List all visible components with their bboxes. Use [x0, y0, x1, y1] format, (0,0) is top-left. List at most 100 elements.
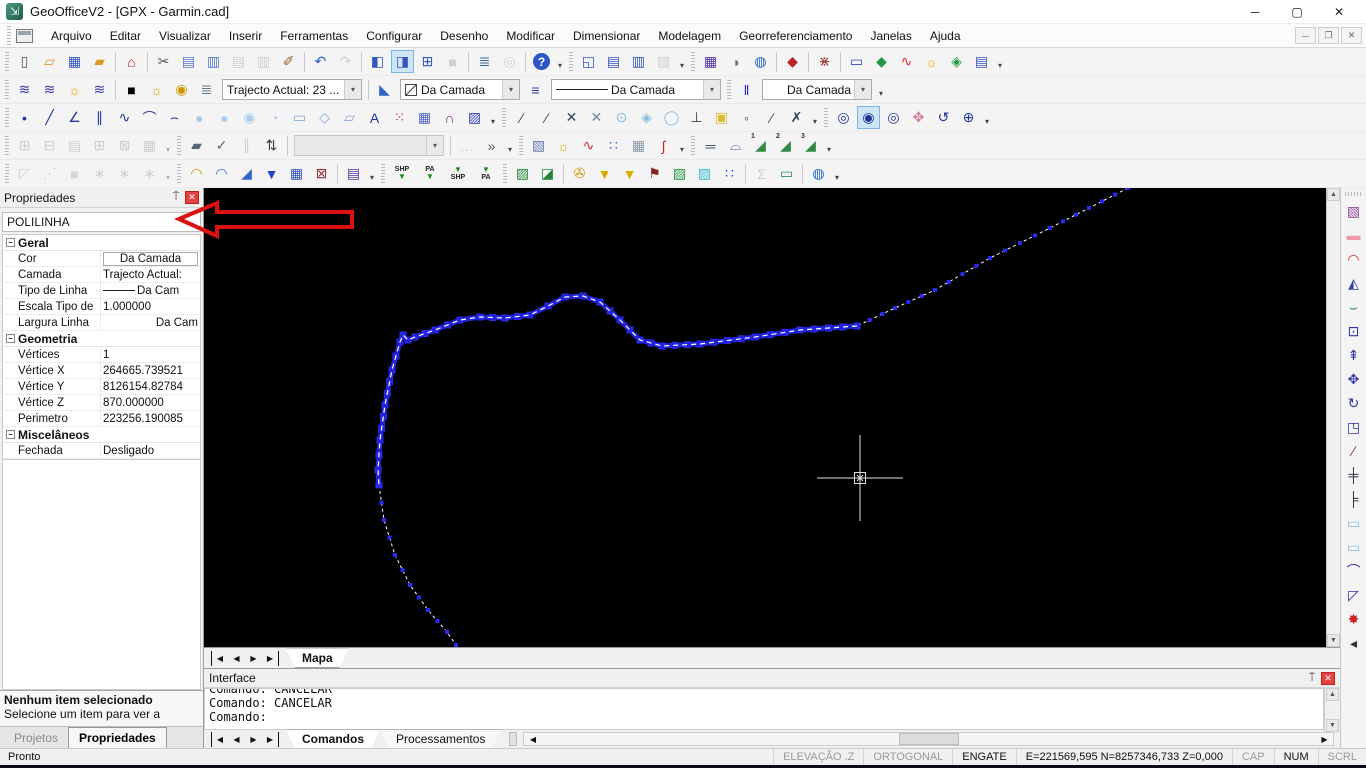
nav-next-icon[interactable]: ▶	[245, 732, 262, 747]
status-e-221569-595-n-8257346-733-z-0-000[interactable]: E=221569,595 N=8257346,733 Z=0,000	[1015, 749, 1232, 765]
clamp-icon[interactable]: ⌣	[1342, 295, 1366, 319]
mirror-icon[interactable]: ◭	[1342, 271, 1366, 295]
splitter-handle[interactable]	[509, 732, 518, 746]
tab-projetos[interactable]: Projetos	[4, 728, 68, 748]
property-row-fechada[interactable]: Fechada Desligado	[3, 443, 200, 459]
property-row-cor[interactable]: Cor Da Camada	[3, 251, 200, 267]
snap-none-icon[interactable]: ✗	[785, 106, 808, 129]
lock-icon[interactable]: ◉	[170, 78, 193, 101]
snap-node-icon[interactable]: ◦	[735, 106, 758, 129]
menu-visualizar[interactable]: Visualizar	[150, 26, 220, 46]
flag-icon[interactable]: ⚑	[643, 162, 666, 185]
list-view-icon[interactable]: ▤	[342, 162, 365, 185]
draw-circle-tan-icon[interactable]: ◔	[263, 106, 286, 129]
terrain-model-3-icon[interactable]: ◢ 3	[799, 133, 822, 157]
menu-dimensionar[interactable]: Dimensionar	[564, 26, 649, 46]
nav-prev-icon[interactable]: ◀	[228, 651, 245, 666]
tile-horizontal-icon[interactable]: ▤	[602, 50, 625, 73]
surfaces-icon[interactable]: ◈	[945, 50, 968, 73]
layers-icon[interactable]: ≋	[88, 78, 111, 101]
home-icon[interactable]: ⌂	[120, 50, 143, 73]
property-row-escala-tipo-de[interactable]: Escala Tipo de 1.000000	[3, 299, 200, 315]
snap-insert-icon[interactable]: ▣	[710, 106, 733, 129]
trim-icon[interactable]: ╪	[1342, 463, 1366, 487]
plot-icon[interactable]: ≣	[195, 78, 218, 101]
zoom-previous-icon[interactable]: ↺	[932, 106, 955, 129]
draw-rectangle-icon[interactable]: ▭	[288, 106, 311, 129]
menu-editar[interactable]: Editar	[101, 26, 150, 46]
viewport-icon[interactable]: ▭	[845, 50, 868, 73]
report-icon[interactable]: ▤	[970, 50, 993, 73]
toolbar-overflow-icon[interactable]: ▾	[554, 51, 566, 73]
chevron-down-icon[interactable]: ▾	[854, 80, 871, 99]
lineweight-combo[interactable]: Da Camada ▾	[762, 79, 872, 100]
pin-icon[interactable]: ⍑	[1305, 672, 1319, 685]
layer-new-icon[interactable]: ≋	[13, 78, 36, 101]
snap-endpoint-icon[interactable]: ∕	[510, 106, 533, 129]
point-light-icon[interactable]: ☼	[920, 50, 943, 73]
move-icon[interactable]: ✥	[1342, 367, 1366, 391]
copy-icon[interactable]: ▤	[177, 50, 200, 73]
property-row-perimetro[interactable]: Perimetro 223256.190085	[3, 411, 200, 427]
format-painter-icon[interactable]: ✐	[277, 50, 300, 73]
panel-close-icon[interactable]: ✕	[1321, 671, 1335, 685]
menu-configurar[interactable]: Configurar	[357, 26, 431, 46]
layer-bulb-icon[interactable]: ☼	[63, 78, 86, 101]
close-button[interactable]: ✕	[1318, 1, 1360, 23]
hatch-slash-icon[interactable]: ▨	[511, 162, 534, 185]
menu-ferramentas[interactable]: Ferramentas	[271, 26, 357, 46]
globe-meridian-icon[interactable]: ◑	[724, 50, 747, 73]
cut-icon[interactable]: ✂	[152, 50, 175, 73]
capsule-icon[interactable]: ▭	[775, 162, 798, 185]
toolbar-overflow-icon[interactable]: ▾	[875, 79, 887, 101]
status-engate[interactable]: ENGATE	[952, 749, 1015, 765]
lengthen-icon[interactable]: ∕	[1342, 439, 1366, 463]
draw-table-icon[interactable]: ▦	[413, 106, 436, 129]
collapse-icon[interactable]: −	[6, 238, 15, 247]
scroll-down-icon[interactable]: ▼	[1326, 719, 1339, 732]
status-scrl[interactable]: SCRL	[1317, 749, 1366, 765]
total-station-icon[interactable]: ◆	[781, 50, 804, 73]
draw-point-icon[interactable]: •	[13, 106, 36, 129]
nav-last-icon[interactable]: ▶	[262, 731, 279, 747]
paint-bucket-icon[interactable]: ◣	[373, 78, 396, 101]
traverse-icon[interactable]: ⋇	[813, 50, 836, 73]
zoom-scale-icon[interactable]: ◎	[882, 106, 905, 129]
menu-inserir[interactable]: Inserir	[220, 26, 271, 46]
property-row-tipo-de-linha[interactable]: Tipo de Linha Da Cam	[3, 283, 200, 299]
snap-midpoint-icon[interactable]: ∕	[535, 106, 558, 129]
dome-red-icon[interactable]: ◠	[1342, 247, 1366, 271]
table-delete-icon[interactable]: ⊠	[310, 162, 333, 185]
toolbar-overflow-icon[interactable]: ▾	[676, 51, 688, 73]
menu-arquivo[interactable]: Arquivo	[42, 26, 101, 46]
scale-icon[interactable]: ⇞	[1342, 343, 1366, 367]
draw-circle-3p-icon[interactable]: ◉	[238, 106, 261, 129]
globe-icon[interactable]: ◍	[749, 50, 772, 73]
save-file-icon[interactable]: ▦	[63, 50, 86, 73]
mdi-restore-button[interactable]: ❐	[1318, 27, 1339, 44]
filter-edit-icon[interactable]: ▼	[618, 162, 641, 185]
scale-combo[interactable]: ▾	[294, 135, 444, 156]
toolbar-overflow-icon[interactable]: ▾	[831, 163, 843, 185]
chevron-down-icon[interactable]: ▾	[703, 80, 720, 99]
nav-first-icon[interactable]: ◀	[211, 650, 228, 666]
page-setup-icon[interactable]: ▰	[185, 134, 208, 157]
property-group-miscel-neos[interactable]: − Miscelâneos	[3, 427, 200, 443]
terrain-model-1-icon[interactable]: ◢ 1	[749, 133, 772, 157]
hatch-cyan-icon[interactable]: ▨	[693, 162, 716, 185]
squiggle-icon[interactable]: ∫	[652, 134, 675, 157]
draw-circle-center-icon[interactable]: ●	[188, 106, 211, 129]
layer-manager-icon[interactable]: ≋	[38, 78, 61, 101]
toolbar-overflow-icon[interactable]: ▾	[994, 51, 1006, 73]
hatch-lines-icon[interactable]: ▨	[668, 162, 691, 185]
draw-arc-3p-icon[interactable]: ⌢	[163, 106, 186, 129]
break-icon[interactable]: ▭	[1342, 511, 1366, 535]
property-group-geometria[interactable]: − Geometria	[3, 331, 200, 347]
color-swatch-icon[interactable]: ■	[120, 78, 143, 101]
boundary-icon[interactable]: ▼	[260, 162, 283, 185]
color-combo[interactable]: Da Camada ▾	[400, 79, 520, 100]
status-num[interactable]: NUM	[1273, 749, 1318, 765]
entity-selector[interactable]: POLILINHA	[2, 212, 201, 232]
check-123-icon[interactable]: ✓	[210, 134, 233, 157]
layer-combo[interactable]: Trajecto Actual: 23 ... ▾	[222, 79, 362, 100]
